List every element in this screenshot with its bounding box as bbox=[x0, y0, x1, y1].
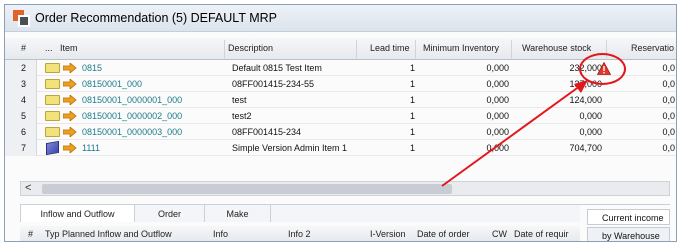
item-link[interactable]: 08150001_000 bbox=[82, 79, 142, 89]
flow-col-planned[interactable]: Planned Inflow and Outflow bbox=[62, 229, 172, 239]
col-description[interactable]: Description bbox=[228, 43, 273, 53]
flow-col-type[interactable]: Typ bbox=[45, 229, 60, 239]
tab-inflow-outflow[interactable]: Inflow and Outflow bbox=[20, 205, 135, 222]
flow-col-info[interactable]: Info bbox=[213, 229, 228, 239]
description-cell: test2 bbox=[232, 111, 252, 121]
reservation-cell: 0,0 bbox=[662, 127, 675, 137]
horizontal-scrollbar[interactable]: < bbox=[20, 181, 670, 196]
min-inventory-cell: 0,000 bbox=[486, 143, 509, 153]
bottom-panel: Inflow and Outflow Order Make # Typ Plan… bbox=[20, 204, 670, 241]
flow-col-cw[interactable]: CW bbox=[492, 229, 507, 239]
item-link[interactable]: 08150001_0000001_000 bbox=[82, 95, 182, 105]
description-cell: 08FF001415-234-55 bbox=[232, 79, 315, 89]
description-cell: Simple Version Admin Item 1 bbox=[232, 143, 348, 153]
arrow-right-icon[interactable] bbox=[63, 95, 77, 105]
min-inventory-cell: 0,000 bbox=[486, 63, 509, 73]
table-row[interactable]: 2 0815 Default 0815 Test Item 1 0,000 232,000… bbox=[5, 60, 676, 76]
scroll-left-button[interactable]: < bbox=[25, 182, 31, 194]
folder-icon bbox=[45, 95, 60, 105]
reservation-cell: 0,0 bbox=[662, 95, 675, 105]
warehouse-stock-cell: 0,000 bbox=[579, 111, 602, 121]
warehouse-stock-cell: 704,700 bbox=[569, 143, 602, 153]
arrow-right-icon[interactable] bbox=[63, 63, 77, 73]
table-row[interactable]: 3 08150001_000 08FF001415-234-55 1 0,000 137,… bbox=[5, 76, 676, 92]
arrow-right-icon[interactable] bbox=[63, 127, 77, 137]
tab-by-warehouse[interactable]: by Warehouse bbox=[587, 227, 670, 241]
row-number: 7 bbox=[21, 143, 27, 153]
tab-order[interactable]: Order bbox=[135, 205, 205, 222]
warehouse-stock-cell: 124,000 bbox=[569, 95, 602, 105]
app-logo-icon bbox=[13, 9, 30, 27]
col-item[interactable]: Item bbox=[60, 43, 78, 53]
lead-time-cell: 1 bbox=[409, 63, 415, 73]
col-lead-time[interactable]: Lead time bbox=[370, 43, 410, 53]
reservation-cell: 0,0 bbox=[662, 63, 675, 73]
arrow-right-icon[interactable] bbox=[63, 143, 77, 153]
flow-col-rownum: # bbox=[28, 229, 34, 239]
row-number-cell[interactable]: 3 bbox=[5, 76, 37, 92]
flow-col-info2[interactable]: Info 2 bbox=[288, 229, 311, 239]
row-number-cell[interactable]: 6 bbox=[5, 124, 37, 140]
lead-time-cell: 1 bbox=[409, 111, 415, 121]
row-number: 2 bbox=[21, 63, 27, 73]
col-warehouse-stock[interactable]: Warehouse stock bbox=[522, 43, 591, 53]
flow-col-date-of-order[interactable]: Date of order bbox=[417, 229, 470, 239]
cube-icon bbox=[46, 140, 59, 156]
table-row[interactable]: 4 08150001_0000001_000 test 1 0,000 124,000 0,… bbox=[5, 92, 676, 108]
flow-grid-header: # Typ Planned Inflow and Outflow Info In… bbox=[20, 226, 580, 241]
row-number-cell[interactable]: 5 bbox=[5, 108, 37, 124]
annotation-circle bbox=[579, 53, 626, 85]
table-row[interactable]: 5 08150001_0000002_000 test2 1 0,000 0,000 0,0 bbox=[5, 108, 676, 124]
min-inventory-cell: 0,000 bbox=[486, 127, 509, 137]
flow-col-date-required[interactable]: Date of requir bbox=[514, 229, 569, 239]
warehouse-stock-cell: 0,000 bbox=[579, 127, 602, 137]
col-rownum: # bbox=[21, 43, 27, 53]
reservation-cell: 0,0 bbox=[662, 79, 675, 89]
row-number: 6 bbox=[21, 127, 27, 137]
description-cell: test bbox=[232, 95, 247, 105]
grid-header: # ... Item Description Lead time Minimum… bbox=[5, 38, 676, 60]
min-inventory-cell: 0,000 bbox=[486, 111, 509, 121]
row-number-cell[interactable]: 4 bbox=[5, 92, 37, 108]
col-options[interactable]: ... bbox=[45, 43, 53, 53]
row-number-cell[interactable]: 7 bbox=[5, 140, 37, 156]
item-link[interactable]: 0815 bbox=[82, 63, 102, 73]
col-min-inventory[interactable]: Minimum Inventory bbox=[423, 43, 499, 53]
lead-time-cell: 1 bbox=[409, 95, 415, 105]
description-cell: Default 0815 Test Item bbox=[232, 63, 322, 73]
table-row[interactable]: 6 08150001_0000003_000 08FF001415-234 1 0,00… bbox=[5, 124, 676, 140]
tab-make[interactable]: Make bbox=[205, 205, 271, 222]
lead-time-cell: 1 bbox=[409, 143, 415, 153]
row-number-cell[interactable]: 2 bbox=[5, 60, 37, 76]
col-reservation[interactable]: Reservatio bbox=[631, 43, 674, 53]
reservation-cell: 0,0 bbox=[662, 111, 675, 121]
scroll-thumb[interactable] bbox=[42, 184, 452, 194]
table-row[interactable]: 7 1111 Simple Version Admin Item 1 1 0,000 70… bbox=[5, 140, 676, 156]
row-number: 5 bbox=[21, 111, 27, 121]
recommendation-grid: # ... Item Description Lead time Minimum… bbox=[5, 38, 676, 178]
description-cell: 08FF001415-234 bbox=[232, 127, 302, 137]
item-link[interactable]: 1111 bbox=[82, 143, 100, 153]
item-link[interactable]: 08150001_0000003_000 bbox=[82, 127, 182, 137]
window-title: Order Recommendation (5) DEFAULT MRP bbox=[35, 11, 277, 25]
lead-time-cell: 1 bbox=[409, 127, 415, 137]
folder-icon bbox=[45, 63, 60, 73]
bottom-tab-bar: Inflow and Outflow Order Make bbox=[20, 205, 580, 222]
folder-icon bbox=[45, 79, 60, 89]
item-link[interactable]: 08150001_0000002_000 bbox=[82, 111, 182, 121]
flow-col-iversion[interactable]: I-Version bbox=[370, 229, 406, 239]
arrow-right-icon[interactable] bbox=[63, 79, 77, 89]
title-bar: Order Recommendation (5) DEFAULT MRP bbox=[5, 5, 676, 32]
arrow-right-icon[interactable] bbox=[63, 111, 77, 121]
folder-icon bbox=[45, 111, 60, 121]
min-inventory-cell: 0,000 bbox=[486, 79, 509, 89]
tab-current-income[interactable]: Current income bbox=[587, 209, 670, 225]
window: Order Recommendation (5) DEFAULT MRP # .… bbox=[4, 4, 677, 242]
row-number: 4 bbox=[21, 95, 27, 105]
folder-icon bbox=[45, 127, 60, 137]
row-number: 3 bbox=[21, 79, 27, 89]
lead-time-cell: 1 bbox=[409, 79, 415, 89]
min-inventory-cell: 0,000 bbox=[486, 95, 509, 105]
reservation-cell: 0,0 bbox=[662, 143, 675, 153]
